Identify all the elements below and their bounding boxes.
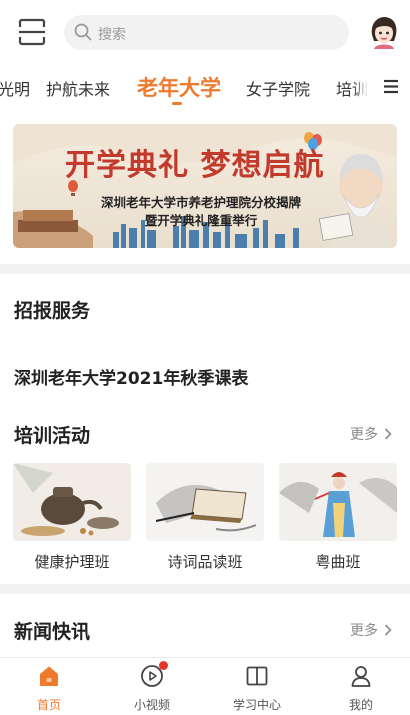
nav-label: 我的 xyxy=(348,698,373,712)
tab-laonian-daxue[interactable]: 老年大学 xyxy=(137,72,221,102)
opera-class-image xyxy=(279,463,397,541)
tab-nvzi-xueyuan[interactable]: 女子学院 xyxy=(246,76,310,100)
home-icon xyxy=(40,666,58,686)
banner-subtitle-line1: 深圳老年大学市养老护理院分校揭牌 xyxy=(100,195,301,210)
nav-short-video[interactable]: 小视频 xyxy=(112,661,192,713)
avatar[interactable] xyxy=(368,15,400,49)
top-bar: 搜索 xyxy=(0,0,410,64)
banner-title: 开学典礼 梦想启航 xyxy=(65,148,325,183)
search-placeholder: 搜索 xyxy=(98,27,126,43)
tab-huhang[interactable]: 护航未来 xyxy=(46,76,110,100)
bottom-navigation: 首页 小视频 学习中心 我的 xyxy=(0,657,410,715)
training-more-label: 更多 xyxy=(350,427,378,443)
channel-menu-button[interactable] xyxy=(372,66,410,106)
nav-label: 学习中心 xyxy=(232,698,281,712)
nav-label: 首页 xyxy=(36,698,61,712)
section-divider xyxy=(0,264,410,274)
training-card-health[interactable]: 健康护理班 xyxy=(13,463,131,572)
course-schedule-link[interactable]: 深圳老年大学2021年秋季课表 xyxy=(14,364,248,389)
channel-tabs: 光明 护航未来 老年大学 女子学院 培训 xyxy=(0,66,410,110)
chevron-right-icon xyxy=(385,428,393,440)
tab-guangming[interactable]: 光明 xyxy=(0,76,30,100)
nav-learning-center[interactable]: 学习中心 xyxy=(217,664,297,713)
training-card-label: 健康护理班 xyxy=(34,553,110,571)
nav-profile[interactable]: 我的 xyxy=(321,664,401,713)
news-more-label: 更多 xyxy=(350,623,378,639)
admissions-title: 招报服务 xyxy=(14,300,91,322)
search-icon xyxy=(74,23,92,41)
training-card-label: 粤曲班 xyxy=(315,553,361,571)
nav-label: 小视频 xyxy=(133,698,170,712)
news-title: 新闻快讯 xyxy=(14,621,91,643)
banner-subtitle-line2: 暨开学典礼隆重举行 xyxy=(144,213,258,228)
active-tab-indicator xyxy=(172,102,182,105)
training-card-poetry[interactable]: 诗词品读班 xyxy=(146,463,264,572)
book-icon xyxy=(246,666,268,686)
search-input[interactable]: 搜索 xyxy=(64,15,349,50)
chevron-right-icon xyxy=(385,624,393,636)
scan-icon[interactable] xyxy=(18,18,46,46)
training-card-cantonese-opera[interactable]: 粤曲班 xyxy=(279,463,397,572)
tabs-fade xyxy=(352,66,372,106)
hero-banner[interactable]: 开学典礼 梦想启航 深圳老年大学市养老护理院分校揭牌 暨开学典礼隆重举行 xyxy=(13,124,397,248)
poetry-class-image xyxy=(146,463,264,541)
banner-subtitle: 深圳老年大学市养老护理院分校揭牌 暨开学典礼隆重举行 xyxy=(91,194,311,230)
health-class-image xyxy=(13,463,131,541)
news-more-link[interactable]: 更多 xyxy=(350,620,393,640)
section-divider xyxy=(0,584,410,594)
nav-home[interactable]: 首页 xyxy=(9,664,89,713)
profile-icon xyxy=(351,666,371,687)
training-more-link[interactable]: 更多 xyxy=(350,424,393,444)
menu-icon xyxy=(384,79,398,94)
training-card-label: 诗词品读班 xyxy=(167,553,243,571)
notification-badge xyxy=(159,661,168,670)
training-title: 培训活动 xyxy=(14,425,91,447)
